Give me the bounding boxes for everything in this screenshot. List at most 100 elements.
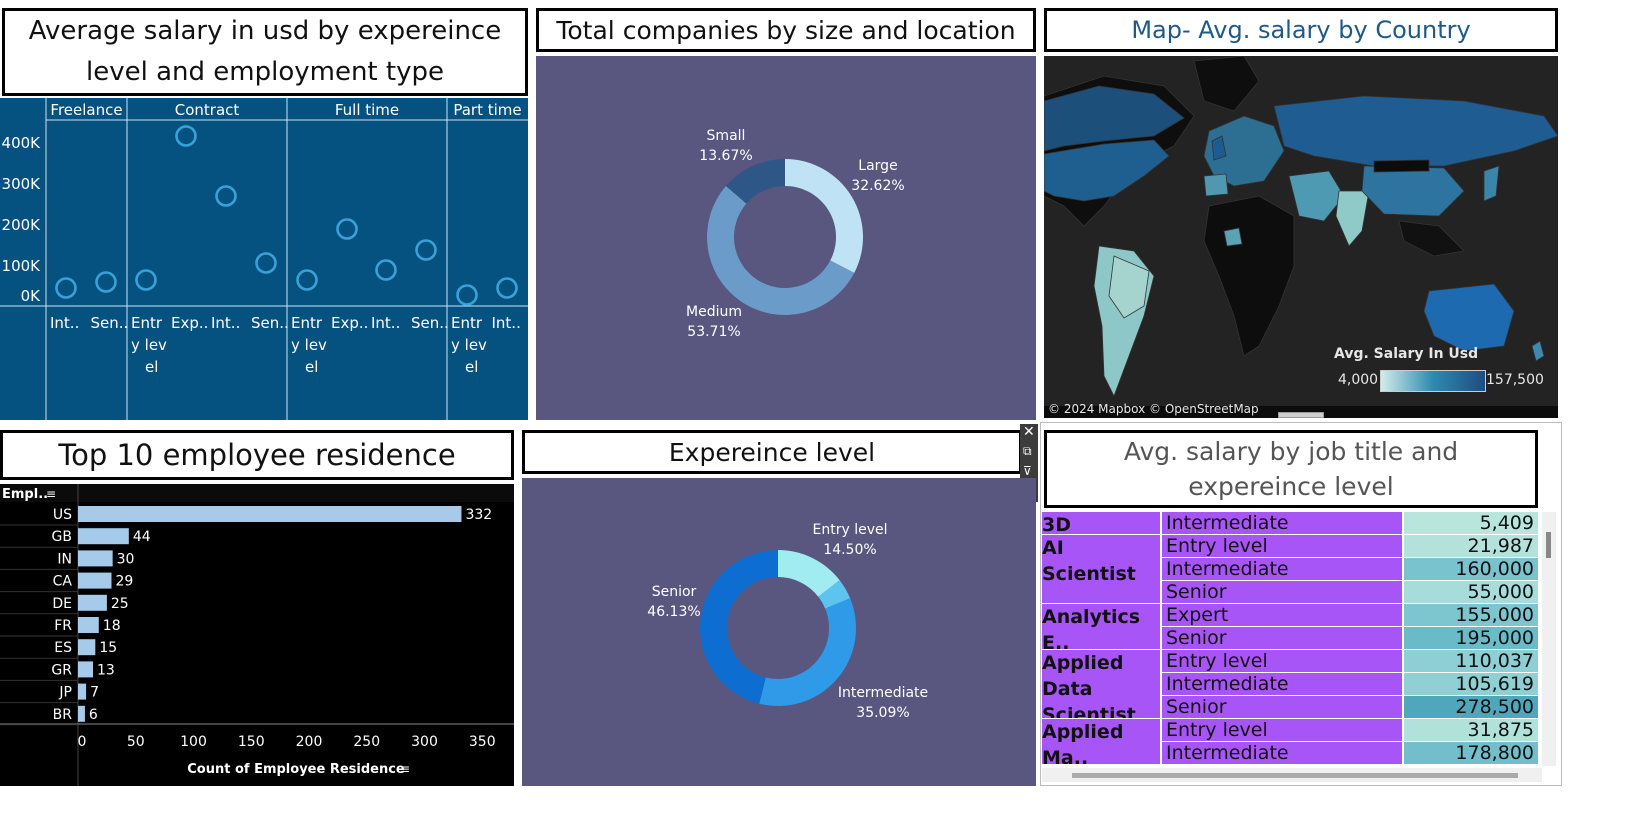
x-tick-label: 0 bbox=[78, 734, 87, 750]
map-australia bbox=[1423, 283, 1515, 352]
y-tick-label: 300K bbox=[2, 175, 42, 193]
experience-title-box: Expereince level bbox=[522, 430, 1022, 474]
experience-level-cell[interactable]: Entry level bbox=[1162, 719, 1402, 742]
job-title-cell[interactable]: Applied Ma.. bbox=[1042, 719, 1160, 765]
bar-value-label: 6 bbox=[89, 707, 98, 723]
bar-value-label: 15 bbox=[99, 640, 117, 656]
avg-salary-cell[interactable]: 278,500 bbox=[1404, 696, 1538, 719]
job-table-hscroll-thumb[interactable] bbox=[1072, 773, 1518, 778]
map-japan bbox=[1483, 165, 1500, 202]
experience-level-cell[interactable]: Intermediate bbox=[1162, 673, 1402, 696]
x-tick-label: 300 bbox=[411, 734, 438, 750]
column-header: Contract bbox=[175, 101, 240, 119]
filter-icon[interactable]: ⊽ bbox=[1023, 464, 1032, 478]
country-label: CA bbox=[53, 574, 73, 590]
map-attribution[interactable]: © 2024 Mapbox © OpenStreetMap bbox=[1048, 402, 1259, 416]
job-table[interactable]: 3D Comput..AI ScientistAnalytics E..Appl… bbox=[1042, 512, 1538, 766]
job-table-vscroll-track[interactable] bbox=[1542, 512, 1556, 766]
salary-scatter-svg: Freelance Contract Full time Part time 400K 3… bbox=[0, 98, 528, 420]
map-legend-min: 4,000 bbox=[1338, 372, 1379, 388]
job-table-title: Avg. salary by job title and expereince … bbox=[1123, 437, 1459, 501]
avg-salary-cell[interactable]: 31,875 bbox=[1404, 719, 1538, 742]
job-table-hscroll-track[interactable] bbox=[1042, 768, 1542, 782]
avg-salary-cell[interactable]: 5,409 bbox=[1404, 512, 1538, 535]
x-tick-label: 350 bbox=[469, 734, 496, 750]
x-tick-label: el bbox=[305, 358, 318, 376]
residence-bar-IN bbox=[78, 550, 113, 567]
job-title-cell[interactable]: AI Scientist bbox=[1042, 535, 1160, 604]
residence-title: Top 10 employee residence bbox=[58, 438, 456, 472]
residence-bar-JP bbox=[78, 683, 87, 700]
experience-donut: Entry level 14.50% Intermediate 35.09% Senio… bbox=[647, 522, 928, 721]
x-tick-label: el bbox=[465, 358, 478, 376]
x-tick-label: 250 bbox=[353, 734, 380, 750]
residence-bar-GR bbox=[78, 661, 94, 678]
x-tick-label: Int.. bbox=[371, 314, 400, 332]
map-middle-east bbox=[1288, 170, 1345, 222]
map-legend-max: 157,500 bbox=[1486, 372, 1544, 388]
avg-salary-cell[interactable]: 195,000 bbox=[1404, 627, 1538, 650]
experience-level-cell[interactable]: Senior bbox=[1162, 581, 1402, 604]
donut-slice-large bbox=[785, 159, 863, 273]
x-tick-label: Int.. bbox=[211, 314, 240, 332]
map-title: Map- Avg. salary by Country bbox=[1131, 16, 1471, 44]
header-row bbox=[0, 484, 514, 502]
job-table-vscroll-thumb[interactable] bbox=[1546, 532, 1551, 558]
residence-bar-GB bbox=[78, 528, 129, 545]
salary-point-marker bbox=[255, 252, 277, 274]
close-icon[interactable]: ✕ bbox=[1023, 424, 1035, 440]
map-mongolia bbox=[1373, 159, 1430, 173]
avg-salary-cell[interactable]: 155,000 bbox=[1404, 604, 1538, 627]
experience-level-cell[interactable]: Senior bbox=[1162, 696, 1402, 719]
avg-salary-cell[interactable]: 105,619 bbox=[1404, 673, 1538, 696]
bar-value-label: 13 bbox=[97, 662, 115, 678]
country-label: FR bbox=[54, 618, 72, 634]
experience-level-cell[interactable]: Entry level bbox=[1162, 650, 1402, 673]
slice-label: Entry level bbox=[813, 522, 888, 538]
avg-salary-cell[interactable]: 178,800 bbox=[1404, 742, 1538, 765]
avg-salary-cell[interactable]: 160,000 bbox=[1404, 558, 1538, 581]
x-tick-label: Sen.. bbox=[91, 314, 129, 332]
x-tick-label: y lev bbox=[451, 336, 487, 354]
residence-bar-DE bbox=[78, 594, 107, 611]
avg-salary-cell[interactable]: 55,000 bbox=[1404, 581, 1538, 604]
experience-level-cell[interactable]: Intermediate bbox=[1162, 742, 1402, 765]
country-label: JP bbox=[58, 685, 72, 701]
salary-scatter-title: Average salary in usd by expereince leve… bbox=[28, 16, 502, 87]
job-title-cell[interactable]: 3D Comput.. bbox=[1042, 512, 1160, 535]
slice-percent: 32.62% bbox=[851, 178, 904, 194]
experience-level-cell[interactable]: Intermediate bbox=[1162, 512, 1402, 535]
slice-percent: 13.67% bbox=[699, 148, 752, 164]
bar-value-label: 18 bbox=[103, 618, 121, 634]
x-tick-label: 50 bbox=[127, 734, 145, 750]
x-tick-label: y lev bbox=[291, 336, 327, 354]
experience-level-cell[interactable]: Senior bbox=[1162, 627, 1402, 650]
country-label: DE bbox=[52, 596, 72, 612]
job-table-title-box: Avg. salary by job title and expereince … bbox=[1044, 430, 1538, 508]
popout-icon[interactable]: ⧉ bbox=[1023, 444, 1032, 459]
x-tick-label: 200 bbox=[296, 734, 323, 750]
country-label: ES bbox=[54, 640, 72, 656]
salary-point-marker bbox=[496, 277, 518, 299]
bar-value-label: 44 bbox=[133, 529, 151, 545]
x-tick-label: Int.. bbox=[492, 314, 521, 332]
salary-point-marker bbox=[95, 271, 117, 293]
avg-salary-cell[interactable]: 21,987 bbox=[1404, 535, 1538, 558]
map-resize-handle[interactable] bbox=[1278, 412, 1324, 418]
slice-label: Small bbox=[707, 128, 746, 144]
salary-point-marker bbox=[175, 125, 197, 147]
map-view[interactable]: Avg. Salary In Usd 4,000 157,500 © 2024 … bbox=[1044, 56, 1558, 418]
map-title-box: Map- Avg. salary by Country bbox=[1044, 8, 1558, 52]
salary-point-marker bbox=[336, 218, 358, 240]
map-india bbox=[1335, 190, 1370, 247]
experience-level-cell[interactable]: Intermediate bbox=[1162, 558, 1402, 581]
sort-icon: ≡ bbox=[46, 487, 56, 501]
salary-point-marker bbox=[215, 185, 237, 207]
experience-level-cell[interactable]: Entry level bbox=[1162, 535, 1402, 558]
salary-point-marker bbox=[375, 259, 397, 281]
job-title-cell[interactable]: Applied Data Scientist bbox=[1042, 650, 1160, 719]
job-title-cell[interactable]: Analytics E.. bbox=[1042, 604, 1160, 650]
experience-level-cell[interactable]: Expert bbox=[1162, 604, 1402, 627]
avg-salary-cell[interactable]: 110,037 bbox=[1404, 650, 1538, 673]
slice-percent: 53.71% bbox=[687, 324, 740, 340]
